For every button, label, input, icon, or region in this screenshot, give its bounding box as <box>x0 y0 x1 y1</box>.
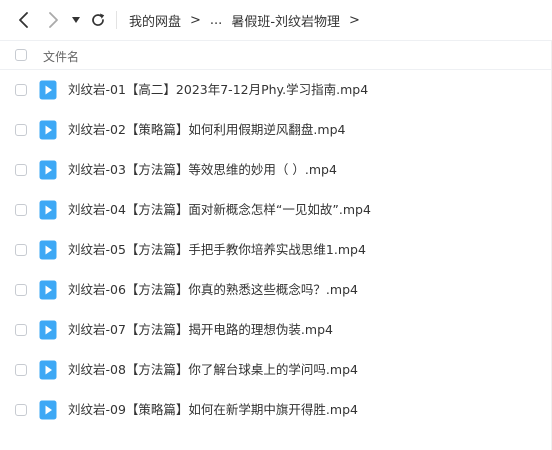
file-name[interactable]: 刘纹岩-08【方法篇】你了解台球桌上的学问吗.mp4 <box>68 362 358 378</box>
back-button[interactable] <box>13 9 35 31</box>
breadcrumb-separator[interactable]: > <box>349 13 360 28</box>
video-file-icon <box>39 280 57 300</box>
row-checkbox[interactable] <box>15 404 27 416</box>
row-checkbox[interactable] <box>15 284 27 296</box>
file-row[interactable]: 刘纹岩-01【高二】2023年7-12月Phy.学习指南.mp4 <box>0 70 552 110</box>
toolbar: 我的网盘 > ... 暑假班-刘纹岩物理 > <box>0 0 552 40</box>
file-list-header: 文件名 <box>0 40 552 70</box>
breadcrumb: 我的网盘 > ... 暑假班-刘纹岩物理 > <box>129 10 369 30</box>
row-checkbox[interactable] <box>15 84 27 96</box>
file-row[interactable]: 刘纹岩-05【方法篇】手把手教你培养实战思维1.mp4 <box>0 230 552 270</box>
file-row[interactable]: 刘纹岩-02【策略篇】如何利用假期逆风翻盘.mp4 <box>0 110 552 150</box>
video-file-icon <box>39 200 57 220</box>
refresh-icon <box>92 13 105 26</box>
row-checkbox[interactable] <box>15 204 27 216</box>
file-name[interactable]: 刘纹岩-04【方法篇】面对新概念怎样“一见如故”.mp4 <box>68 202 371 218</box>
row-checkbox[interactable] <box>15 244 27 256</box>
file-row[interactable]: 刘纹岩-09【策略篇】如何在新学期中旗开得胜.mp4 <box>0 390 552 430</box>
breadcrumb-current-folder[interactable]: 暑假班-刘纹岩物理 <box>231 11 340 30</box>
toolbar-divider <box>116 11 117 29</box>
file-row[interactable]: 刘纹岩-06【方法篇】你真的熟悉这些概念吗？.mp4 <box>0 270 552 310</box>
column-header-name[interactable]: 文件名 <box>43 48 79 65</box>
video-file-icon <box>39 80 57 100</box>
video-file-icon <box>39 400 57 420</box>
row-checkbox[interactable] <box>15 324 27 336</box>
breadcrumb-separator: > <box>190 12 201 28</box>
history-dropdown-button[interactable] <box>66 9 86 31</box>
file-row[interactable]: 刘纹岩-04【方法篇】面对新概念怎样“一见如故”.mp4 <box>0 190 552 230</box>
video-file-icon <box>39 240 57 260</box>
video-file-icon <box>39 160 57 180</box>
forward-button[interactable] <box>42 9 64 31</box>
video-file-icon <box>39 120 57 140</box>
file-row[interactable]: 刘纹岩-08【方法篇】你了解台球桌上的学问吗.mp4 <box>0 350 552 390</box>
row-checkbox[interactable] <box>15 124 27 136</box>
file-name[interactable]: 刘纹岩-06【方法篇】你真的熟悉这些概念吗？.mp4 <box>68 282 358 298</box>
file-name[interactable]: 刘纹岩-07【方法篇】揭开电路的理想伪装.mp4 <box>68 322 333 338</box>
row-checkbox[interactable] <box>15 364 27 376</box>
chevron-right-icon <box>49 12 58 28</box>
file-name[interactable]: 刘纹岩-05【方法篇】手把手教你培养实战思维1.mp4 <box>68 242 366 258</box>
select-all-checkbox[interactable] <box>15 49 27 61</box>
file-row[interactable]: 刘纹岩-03【方法篇】等效思维的妙用（ ）.mp4 <box>0 150 552 190</box>
file-row[interactable]: 刘纹岩-07【方法篇】揭开电路的理想伪装.mp4 <box>0 310 552 350</box>
file-name[interactable]: 刘纹岩-01【高二】2023年7-12月Phy.学习指南.mp4 <box>68 82 368 98</box>
file-name[interactable]: 刘纹岩-02【策略篇】如何利用假期逆风翻盘.mp4 <box>68 122 345 138</box>
dropdown-triangle-icon <box>72 17 80 23</box>
video-file-icon <box>39 320 57 340</box>
file-name[interactable]: 刘纹岩-03【方法篇】等效思维的妙用（ ）.mp4 <box>68 162 337 178</box>
breadcrumb-root[interactable]: 我的网盘 <box>129 11 181 30</box>
row-checkbox[interactable] <box>15 164 27 176</box>
video-file-icon <box>39 360 57 380</box>
chevron-left-icon <box>19 12 28 28</box>
refresh-button[interactable] <box>87 9 109 31</box>
breadcrumb-ellipsis[interactable]: ... <box>210 13 222 28</box>
file-name[interactable]: 刘纹岩-09【策略篇】如何在新学期中旗开得胜.mp4 <box>68 402 358 418</box>
